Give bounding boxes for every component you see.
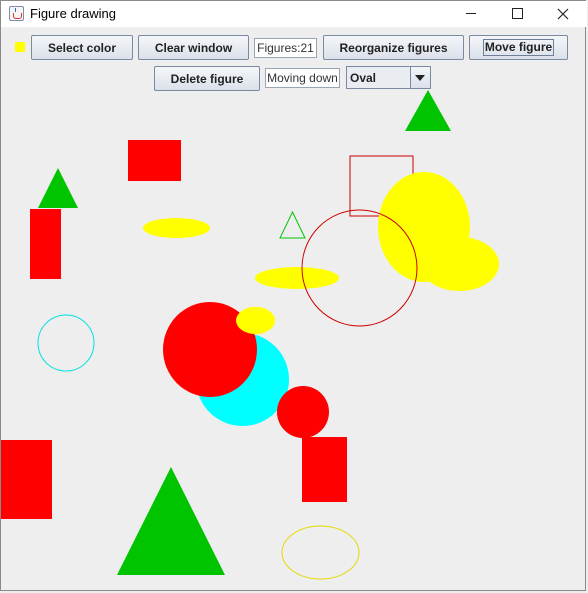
select-color-label: Select color <box>47 40 117 55</box>
figure-type-value: Oval <box>350 71 377 85</box>
figure-oval[interactable] <box>281 525 360 580</box>
figure-triangle[interactable] <box>117 467 225 575</box>
chevron-down-icon[interactable] <box>410 67 430 88</box>
select-color-button[interactable]: Select color <box>31 35 133 60</box>
figure-oval[interactable] <box>236 307 275 334</box>
figure-triangle[interactable] <box>279 210 306 239</box>
figure-oval[interactable] <box>420 237 499 291</box>
figure-oval[interactable] <box>277 386 329 438</box>
window-title: Figure drawing <box>30 6 116 21</box>
figure-rect[interactable] <box>30 209 61 279</box>
maximize-icon[interactable] <box>494 1 540 27</box>
figure-oval[interactable] <box>255 267 339 289</box>
figure-oval[interactable] <box>37 314 95 372</box>
figure-type-select[interactable]: Oval <box>346 66 431 89</box>
app-window: Figure drawing Select color Clear window… <box>0 0 587 592</box>
moving-status-label: Moving down <box>265 68 340 88</box>
figure-rect[interactable] <box>1 440 52 519</box>
clear-window-label: Clear window <box>154 40 233 55</box>
delete-figure-label: Delete figure <box>170 71 244 86</box>
minimize-icon[interactable] <box>448 1 494 27</box>
move-figure-button[interactable]: Move figure <box>469 35 568 60</box>
java-icon <box>9 6 24 21</box>
selected-color-swatch <box>15 42 25 52</box>
reorganize-figures-label: Reorganize figures <box>339 40 448 55</box>
figures-count-label: Figures:21 <box>254 38 317 58</box>
clear-window-button[interactable]: Clear window <box>138 35 249 60</box>
title-bar[interactable]: Figure drawing <box>1 1 587 27</box>
figure-rect[interactable] <box>302 437 347 502</box>
drawing-canvas[interactable] <box>1 1 587 592</box>
figure-oval[interactable] <box>143 218 210 238</box>
delete-figure-button[interactable]: Delete figure <box>154 66 260 91</box>
move-figure-label: Move figure <box>482 39 555 56</box>
close-icon[interactable] <box>540 1 586 27</box>
figure-triangle[interactable] <box>405 90 451 131</box>
figure-rect[interactable] <box>128 140 181 181</box>
reorganize-figures-button[interactable]: Reorganize figures <box>323 35 464 60</box>
figure-triangle[interactable] <box>38 168 78 208</box>
